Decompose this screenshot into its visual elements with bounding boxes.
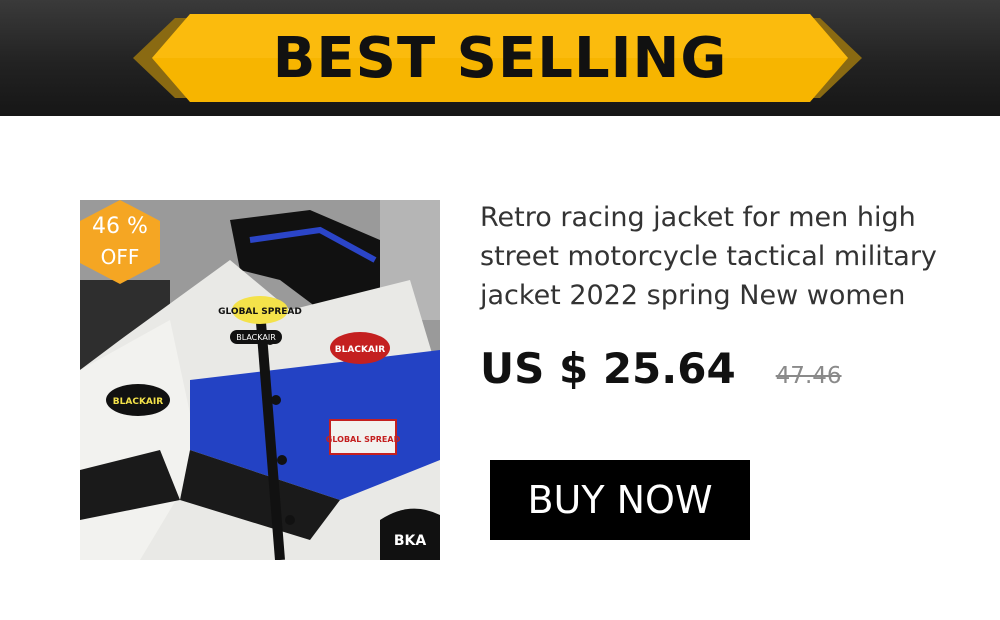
sale-price: US $ 25.64 bbox=[480, 344, 736, 393]
discount-badge: 46 % OFF bbox=[80, 200, 160, 284]
product-title[interactable]: Retro racing jacket for men high street … bbox=[480, 198, 960, 315]
hexagon-badge-icon bbox=[80, 200, 160, 284]
banner-title: BEST SELLING bbox=[272, 25, 728, 91]
price-row: US $ 25.64 47.46 bbox=[480, 344, 842, 400]
best-selling-banner: BEST SELLING bbox=[0, 0, 1000, 116]
discount-off-label: OFF bbox=[100, 245, 140, 269]
buy-now-button[interactable]: BUY NOW bbox=[490, 460, 750, 540]
patch-text: GLOBAL SPREAD bbox=[326, 435, 401, 444]
patch-text: GLOBAL SPREAD bbox=[218, 307, 302, 317]
patch-text: BLACKAIR bbox=[113, 397, 163, 407]
patch-text: BLACKAIR bbox=[335, 345, 385, 355]
patch-text: BLACKAIR bbox=[236, 333, 276, 342]
original-price: 47.46 bbox=[775, 363, 842, 389]
discount-percent: 46 % bbox=[92, 214, 148, 239]
patch-text: BKA bbox=[394, 533, 427, 549]
